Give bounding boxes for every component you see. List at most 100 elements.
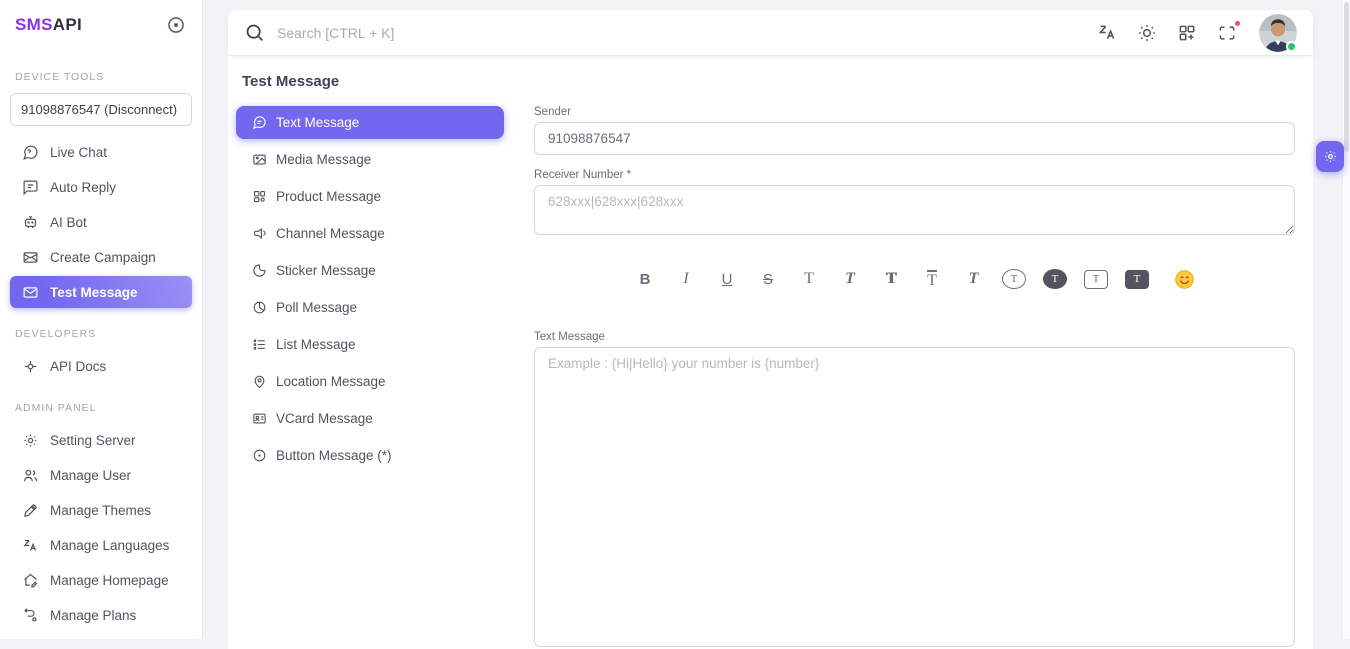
sidebar-item-label: AI Bot (50, 215, 87, 230)
text-overline-button[interactable]: T (920, 267, 944, 291)
strikethrough-button[interactable]: S (756, 267, 780, 291)
bold-button[interactable]: B (633, 267, 657, 291)
section-admin-panel: ADMIN PANEL (15, 402, 187, 414)
notification-screen-icon[interactable] (1215, 21, 1239, 45)
sidebar-item-live-chat[interactable]: Live Chat (10, 136, 192, 168)
page-scrollbar[interactable] (1342, 0, 1350, 639)
envelope-icon (21, 283, 39, 301)
message-input[interactable] (534, 347, 1295, 647)
device-selector[interactable]: 91098876547 (Disconnect) (10, 93, 192, 126)
tab-label: Channel Message (276, 226, 385, 241)
sidebar-item-setting-server[interactable]: Setting Server (10, 424, 192, 456)
text-circle-filled-button[interactable]: T (1043, 269, 1067, 289)
sidebar: SMSAPI DEVICE TOOLS 91098876547 (Disconn… (0, 0, 203, 639)
emoji-picker-button[interactable] (1172, 267, 1196, 291)
section-device-tools: DEVICE TOOLS (15, 71, 187, 83)
sidebar-item-manage-languages[interactable]: Manage Languages (10, 529, 192, 561)
italic-button[interactable]: I (674, 267, 698, 291)
text-square-outline-button[interactable]: T (1084, 270, 1108, 289)
tab-label: Text Message (276, 115, 359, 130)
test-message-form: Sender Receiver Number * B I U S T T T T… (534, 106, 1295, 649)
text-square-filled-button[interactable]: T (1125, 270, 1149, 289)
logo-row: SMSAPI (0, 0, 202, 45)
sidebar-item-api-docs[interactable]: API Docs (10, 350, 192, 382)
sidebar-item-label: Create Campaign (50, 250, 156, 265)
message-label: Text Message (534, 331, 1295, 343)
sidebar-item-manage-plans[interactable]: Manage Plans (10, 599, 192, 631)
section-developers: DEVELOPERS (15, 328, 187, 340)
tab-label: VCard Message (276, 411, 373, 426)
global-search[interactable] (244, 22, 1095, 43)
list-icon (251, 337, 267, 353)
user-avatar[interactable] (1259, 14, 1297, 52)
gear-icon (21, 431, 39, 449)
users-icon (21, 466, 39, 484)
tab-product-message[interactable]: Product Message (236, 180, 504, 213)
tab-sticker-message[interactable]: Sticker Message (236, 254, 504, 287)
language-switcher-icon[interactable] (1095, 21, 1119, 45)
map-pin-icon (251, 374, 267, 390)
text-doublestruck-button[interactable]: T (879, 267, 903, 291)
tab-button-message[interactable]: Button Message (*) (236, 439, 504, 472)
pie-chart-icon (251, 300, 267, 316)
tab-vcard-message[interactable]: VCard Message (236, 402, 504, 435)
sidebar-item-label: Manage Homepage (50, 573, 169, 588)
tab-label: List Message (276, 337, 356, 352)
text-message-icon (251, 115, 267, 131)
sidebar-item-label: Test Message (50, 285, 138, 300)
vcard-icon (251, 411, 267, 427)
api-icon (21, 357, 39, 375)
text-plain-button[interactable]: T (797, 267, 821, 291)
navbar-actions (1095, 14, 1297, 52)
sidebar-item-create-campaign[interactable]: Create Campaign (10, 241, 192, 273)
receiver-input[interactable] (534, 185, 1295, 235)
robot-icon (21, 213, 39, 231)
app-logo[interactable]: SMSAPI (15, 15, 82, 35)
sidebar-item-manage-themes[interactable]: Manage Themes (10, 494, 192, 526)
message-square-icon (21, 178, 39, 196)
sidebar-item-test-message[interactable]: Test Message (10, 276, 192, 308)
sidebar-item-manage-user[interactable]: Manage User (10, 459, 192, 491)
media-image-icon (251, 152, 267, 168)
sender-label: Sender (534, 106, 1295, 118)
text-script-button[interactable]: T (838, 267, 862, 291)
text-fraktur-button[interactable]: T (961, 267, 985, 291)
chat-bubble-icon (21, 143, 39, 161)
sidebar-item-manage-homepage[interactable]: Manage Homepage (10, 564, 192, 596)
tab-media-message[interactable]: Media Message (236, 143, 504, 176)
brand-rest: API (53, 15, 82, 34)
notification-badge (1234, 20, 1241, 27)
shortcuts-grid-icon[interactable] (1175, 21, 1199, 45)
sidebar-item-label: Auto Reply (50, 180, 116, 195)
brand-accent: SMS (15, 15, 53, 34)
formatting-toolbar: B I U S T T T T T T T T T (534, 267, 1295, 291)
sidebar-item-label: Manage Themes (50, 503, 151, 518)
tab-label: Location Message (276, 374, 386, 389)
search-input[interactable] (277, 25, 1095, 41)
tab-text-message[interactable]: Text Message (236, 106, 504, 139)
tab-label: Sticker Message (276, 263, 376, 278)
text-circle-outline-button[interactable]: T (1002, 269, 1026, 289)
tab-location-message[interactable]: Location Message (236, 365, 504, 398)
sidebar-item-ai-bot[interactable]: AI Bot (10, 206, 192, 238)
message-type-tabs: Text Message Media Message Product Messa… (236, 106, 504, 649)
customizer-gear-button[interactable] (1316, 141, 1344, 172)
brush-icon (21, 501, 39, 519)
theme-toggle-sun-icon[interactable] (1135, 21, 1159, 45)
tab-poll-message[interactable]: Poll Message (236, 291, 504, 324)
sidebar-item-label: Live Chat (50, 145, 107, 160)
sidebar-collapse-icon[interactable] (166, 15, 186, 35)
button-circle-icon (251, 448, 267, 464)
page-content: Test Message Text Message Media Message … (228, 56, 1313, 649)
scrollbar-thumb[interactable] (1344, 2, 1349, 152)
sidebar-item-auto-reply[interactable]: Auto Reply (10, 171, 192, 203)
online-status-dot (1286, 41, 1297, 52)
tab-channel-message[interactable]: Channel Message (236, 217, 504, 250)
top-navbar (228, 10, 1313, 55)
sender-input[interactable] (534, 122, 1295, 155)
home-icon (21, 571, 39, 589)
tab-label: Media Message (276, 152, 371, 167)
tab-list-message[interactable]: List Message (236, 328, 504, 361)
underline-button[interactable]: U (715, 267, 739, 291)
search-icon (244, 22, 265, 43)
